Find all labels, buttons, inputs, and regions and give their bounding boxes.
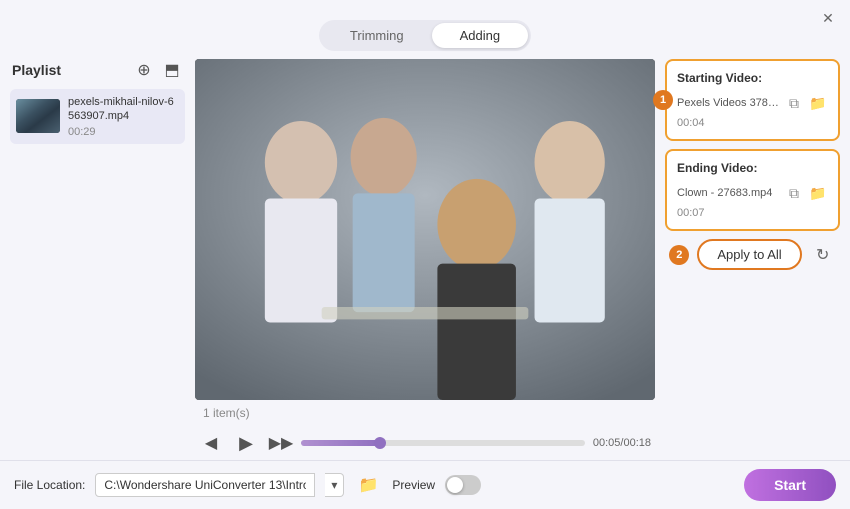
video-area: 1 item(s) ◀ ▶ ▶▶ 00:05/00:18	[195, 59, 655, 460]
ending-video-card: Ending Video: Clown - 27683.mp4 ⧉ 📁 00:0…	[665, 149, 840, 231]
playlist-header: Playlist ⊕ ⬒	[10, 59, 185, 81]
ending-video-copy-button[interactable]: ⧉	[784, 183, 804, 203]
title-bar: ✕	[0, 0, 850, 16]
path-dropdown-button[interactable]: ▾	[325, 473, 344, 497]
ending-video-entry: Clown - 27683.mp4 ⧉ 📁	[677, 183, 828, 203]
badge-1: 1	[653, 90, 673, 110]
playlist-thumbnail	[16, 99, 60, 133]
tab-adding[interactable]: Adding	[432, 23, 528, 48]
tab-trimming[interactable]: Trimming	[322, 23, 432, 48]
progress-handle[interactable]	[374, 437, 386, 449]
apply-row: 2 Apply to All ↻	[665, 239, 840, 270]
folder-browse-button[interactable]: 📁	[354, 471, 382, 499]
video-background	[195, 59, 655, 400]
bottom-bar: File Location: ▾ 📁 Preview Start	[0, 460, 850, 509]
badge-2: 2	[669, 245, 689, 265]
preview-toggle[interactable]	[445, 475, 481, 495]
main-content: Playlist ⊕ ⬒ pexels-mikhail-nilov-656390…	[0, 59, 850, 460]
starting-video-filename: Pexels Videos 3785.mp4	[677, 97, 784, 109]
next-button[interactable]: ▶▶	[269, 431, 293, 455]
starting-video-actions: ⧉ 📁	[784, 93, 828, 113]
playlist-item-name: pexels-mikhail-nilov-6563907.mp4	[68, 95, 179, 124]
apply-to-all-button[interactable]: Apply to All	[697, 239, 801, 270]
time-display: 00:05/00:18	[593, 437, 651, 449]
starting-video-folder-button[interactable]: 📁	[808, 93, 828, 113]
playlist-panel: Playlist ⊕ ⬒ pexels-mikhail-nilov-656390…	[10, 59, 185, 460]
refresh-button[interactable]: ↻	[810, 242, 836, 268]
play-button[interactable]: ▶	[231, 428, 261, 458]
toggle-knob	[447, 477, 463, 493]
app-window: ✕ Trimming Adding Playlist ⊕ ⬒	[0, 0, 850, 509]
add-media-button[interactable]: ⊕	[133, 59, 155, 81]
ending-video-actions: ⧉ 📁	[784, 183, 828, 203]
file-path-input[interactable]	[95, 473, 315, 497]
starting-video-label: Starting Video:	[677, 71, 828, 85]
playlist-item[interactable]: pexels-mikhail-nilov-6563907.mp4 00:29	[10, 89, 185, 144]
close-button[interactable]: ✕	[818, 8, 838, 28]
starting-video-card-outer: 1 Starting Video: Pexels Videos 3785.mp4…	[665, 59, 840, 141]
ending-video-time: 00:07	[677, 207, 828, 219]
progress-bar[interactable]	[301, 440, 585, 446]
prev-button[interactable]: ◀	[199, 431, 223, 455]
video-player	[195, 59, 655, 400]
tabs-container: Trimming Adding	[0, 20, 850, 51]
import-button[interactable]: ⬒	[161, 59, 183, 81]
starting-video-time: 00:04	[677, 117, 828, 129]
ending-video-filename: Clown - 27683.mp4	[677, 187, 784, 199]
video-controls: ◀ ▶ ▶▶ 00:05/00:18	[195, 422, 655, 460]
video-scene	[195, 59, 655, 400]
preview-label: Preview	[392, 478, 435, 492]
start-button[interactable]: Start	[744, 469, 836, 501]
ending-video-folder-button[interactable]: 📁	[808, 183, 828, 203]
file-location-label: File Location:	[14, 478, 85, 492]
playlist-title: Playlist	[12, 62, 61, 78]
ending-video-label: Ending Video:	[677, 161, 828, 175]
tabs: Trimming Adding	[319, 20, 531, 51]
playlist-actions: ⊕ ⬒	[133, 59, 183, 81]
items-count: 1 item(s)	[199, 404, 254, 422]
progress-fill	[301, 440, 380, 446]
playlist-item-info: pexels-mikhail-nilov-6563907.mp4 00:29	[68, 95, 179, 138]
starting-video-entry: Pexels Videos 3785.mp4 ⧉ 📁	[677, 93, 828, 113]
starting-video-card: Starting Video: Pexels Videos 3785.mp4 ⧉…	[665, 59, 840, 141]
thumbnail-image	[16, 99, 60, 133]
right-panel: 1 Starting Video: Pexels Videos 3785.mp4…	[665, 59, 840, 460]
starting-video-copy-button[interactable]: ⧉	[784, 93, 804, 113]
ending-video-card-outer: Ending Video: Clown - 27683.mp4 ⧉ 📁 00:0…	[665, 149, 840, 231]
playlist-item-duration: 00:29	[68, 126, 179, 138]
